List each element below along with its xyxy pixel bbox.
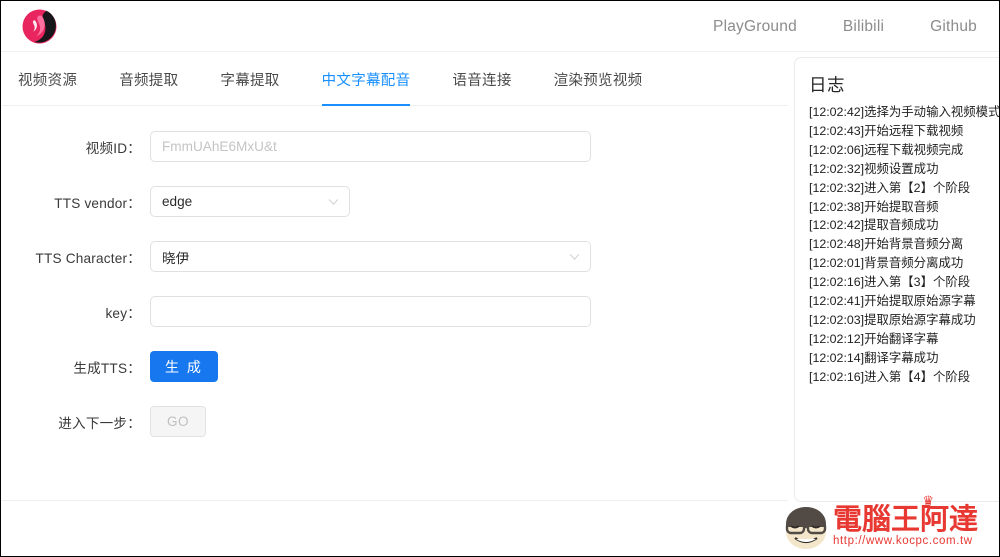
generate-tts-button[interactable]: 生 成 [150,351,218,382]
nav-link-playground[interactable]: PlayGround [713,18,797,36]
dubbing-form: 视频ID： FmmUAhE6MxU&t TTS vendor： edge TTS… [2,106,788,449]
tab-subtitle-extract[interactable]: 字幕提取 [220,53,279,105]
watermark-text-group: ♛ 電腦王阿達 http://www.kocpc.com.tw [833,493,979,548]
form-row-generate-tts: 生成TTS： 生 成 [2,339,788,394]
form-row-next-step: 进入下一步： GO [2,394,788,449]
video-id-label: 视频ID： [85,140,141,156]
tts-character-value: 晓伊 [162,250,190,266]
form-row-tts-vendor: TTS vendor： edge [2,174,788,229]
log-entry: [12:02:16]进入第【3】个阶段 [809,275,971,290]
mascot-face-icon [785,507,827,549]
tts-character-label: TTS Character： [35,250,141,266]
watermark-url: http://www.kocpc.com.tw [833,535,973,547]
log-entry: [12:02:16]进入第【4】个阶段 [809,369,971,384]
tab-audio-extract[interactable]: 音频提取 [119,53,178,105]
chevron-down-icon [569,251,580,262]
site-watermark: ♛ 電腦王阿達 http://www.kocpc.com.tw [781,493,995,552]
video-id-placeholder: FmmUAhE6MxU&t [162,139,277,154]
tab-video-resource[interactable]: 视频资源 [18,53,77,105]
app-logo-icon[interactable] [20,7,59,46]
tab-bar: 视频资源 音频提取 字幕提取 中文字幕配音 语音连接 渲染预览视频 [2,53,788,106]
log-entry: [12:02:42]选择为手动输入视频模式 [809,105,1000,119]
form-row-video-id: 视频ID： FmmUAhE6MxU&t [2,119,788,174]
log-entry: [12:02:06]远程下载视频完成 [809,142,964,157]
log-entry: [12:02:12]开始翻译字幕 [809,331,939,346]
tts-vendor-label: TTS vendor： [54,195,141,211]
log-entry-list: [12:02:42]选择为手动输入视频模式 [12:02:43]开始远程下载视频… [795,103,1000,387]
tts-vendor-select[interactable]: edge [150,186,350,217]
key-input[interactable] [150,296,591,327]
nav-link-bilibili[interactable]: Bilibili [843,18,884,36]
key-label: key： [105,305,141,321]
tab-render-preview-video[interactable]: 渲染预览视频 [554,53,643,105]
log-entry: [12:02:32]视频设置成功 [809,161,939,176]
log-entry: [12:02:03]提取原始源字幕成功 [809,312,976,327]
log-entry: [12:02:42]提取音频成功 [809,218,939,233]
tts-vendor-value: edge [162,194,193,209]
log-entry: [12:02:01]背景音频分离成功 [809,256,964,271]
log-entry: [12:02:48]开始背景音频分离 [809,237,964,252]
video-id-input[interactable]: FmmUAhE6MxU&t [150,131,591,162]
form-row-key: key： [2,284,788,339]
main-content-panel: 视频资源 音频提取 字幕提取 中文字幕配音 语音连接 渲染预览视频 视频ID： … [2,53,788,501]
form-row-tts-character: TTS Character： 晓伊 [2,229,788,284]
log-panel-title: 日志 [809,75,845,95]
top-navigation-bar: PlayGround Bilibili Github [1,1,999,52]
chevron-down-icon [328,196,339,207]
tab-voice-connect[interactable]: 语音连接 [452,53,511,105]
log-entry: [12:02:32]进入第【2】个阶段 [809,180,971,195]
tab-chinese-subtitle-dubbing[interactable]: 中文字幕配音 [321,53,411,106]
nav-link-github[interactable]: Github [930,18,977,36]
log-entry: [12:02:38]开始提取音频 [809,199,939,214]
nav-links-group: PlayGround Bilibili Github [713,1,977,52]
log-entry: [12:02:43]开始远程下载视频 [809,123,964,138]
log-panel[interactable]: 日志 [12:02:42]选择为手动输入视频模式 [12:02:43]开始远程下… [794,57,1000,502]
watermark-brand: 電腦王阿達 [833,502,979,536]
browser-window: PlayGround Bilibili Github 视频资源 音频提取 字幕提… [0,0,1000,557]
log-entry: [12:02:14]翻译字幕成功 [809,350,939,365]
generate-tts-label: 生成TTS： [73,360,141,376]
tts-character-select[interactable]: 晓伊 [150,241,591,272]
next-step-label: 进入下一步： [58,415,141,431]
log-entry: [12:02:41]开始提取原始源字幕 [809,294,976,309]
next-step-go-button[interactable]: GO [150,406,207,437]
